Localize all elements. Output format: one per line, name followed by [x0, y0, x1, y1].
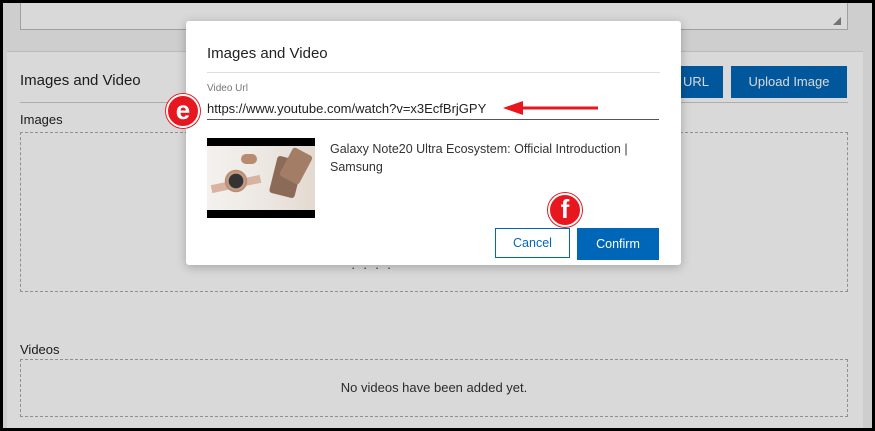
step-f-badge: f: [548, 193, 582, 227]
screenshot-frame: Images and Video URL Upload Image Images…: [3, 3, 872, 428]
earbuds-icon: [241, 154, 257, 164]
dialog-divider: [207, 72, 660, 73]
confirm-button[interactable]: Confirm: [577, 228, 659, 260]
thumbnail-image: [207, 146, 315, 210]
arrow-left-icon: [503, 101, 598, 115]
dialog-title: Images and Video: [207, 45, 328, 62]
step-e-badge: e: [166, 94, 200, 128]
images-video-dialog: Images and Video Video Url Galaxy Note20…: [186, 21, 681, 265]
watch-icon: [223, 168, 249, 194]
cancel-button[interactable]: Cancel: [495, 228, 570, 258]
video-title: Galaxy Note20 Ultra Ecosystem: Official …: [330, 142, 628, 174]
video-thumbnail: [207, 138, 315, 218]
video-url-label: Video Url: [207, 83, 248, 94]
